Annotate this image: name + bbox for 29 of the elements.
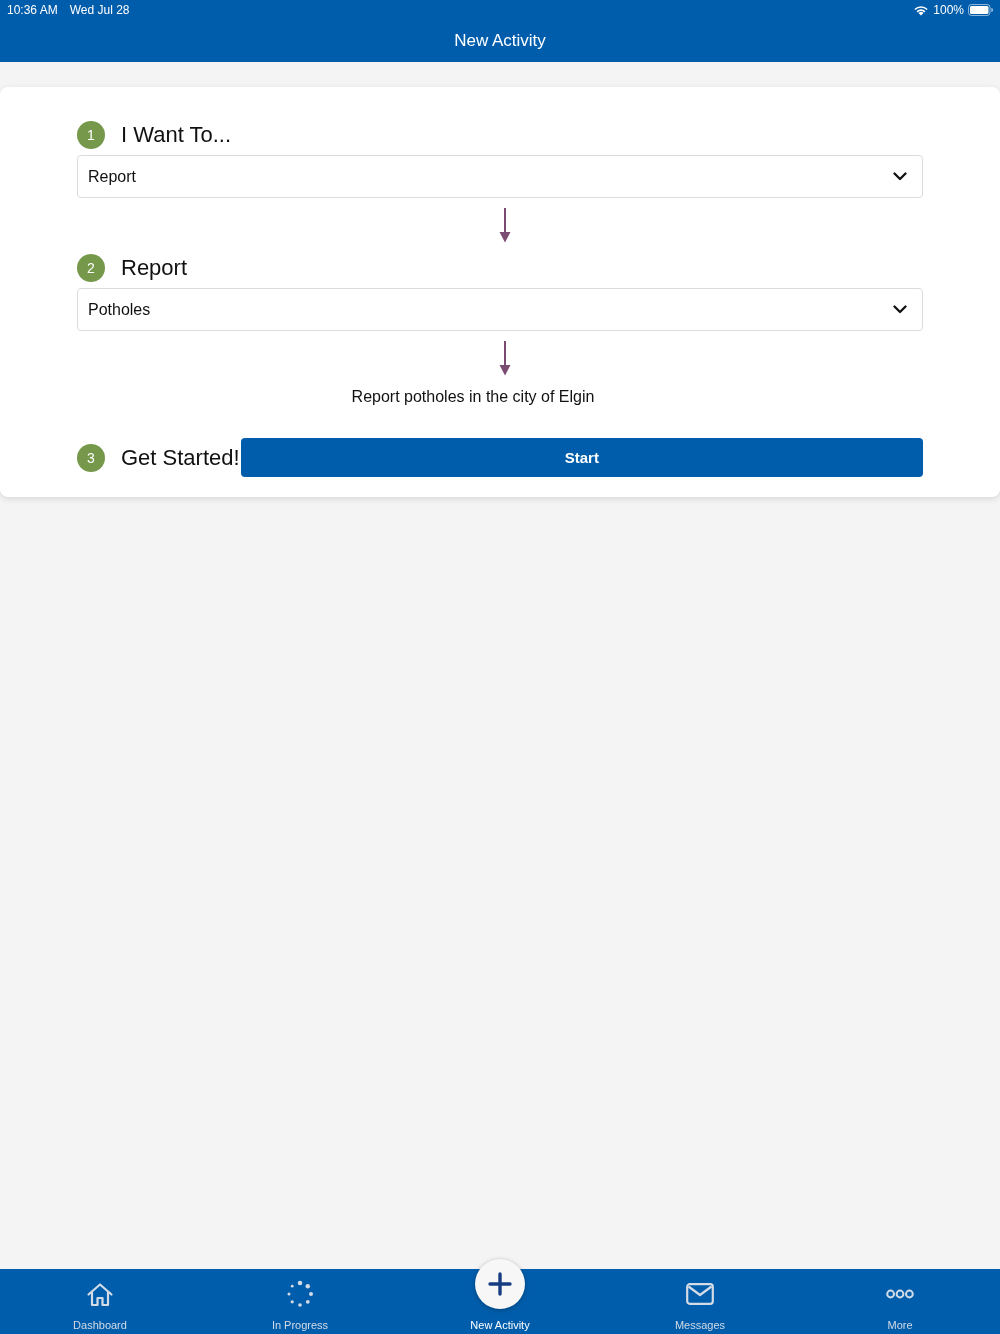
dropdown[interactable]: Report — [77, 155, 923, 198]
tab-bar-item[interactable]: More — [800, 1269, 1000, 1334]
wifi-icon — [913, 4, 930, 16]
three-dots-icon — [886, 1289, 914, 1299]
status-date: Wed Jul 28 — [69, 3, 130, 17]
envelope-icon — [686, 1283, 714, 1305]
step-title: Get Started! — [121, 444, 240, 471]
chevron-down-icon — [893, 305, 907, 314]
screen-title: New Activity — [454, 31, 546, 51]
dotted-circle-icon — [286, 1280, 314, 1308]
step-number-badge: 2 — [77, 254, 105, 282]
tab-bar-item[interactable]: In Progress — [200, 1269, 400, 1334]
house-icon — [86, 1281, 114, 1307]
step-title: I Want To... — [121, 122, 232, 148]
tab-bar-item[interactable]: Messages — [600, 1269, 800, 1334]
step-number-badge: 3 — [77, 443, 105, 472]
step-title: Report — [121, 255, 188, 281]
battery-percent: 100% — [933, 3, 964, 17]
status-time: 10:36 AM — [7, 3, 58, 17]
battery-icon — [968, 4, 993, 16]
chevron-down-icon — [893, 172, 907, 181]
tab-bar-item[interactable]: New Activity — [400, 1259, 600, 1334]
start-button[interactable]: Start — [240, 438, 923, 477]
tab-bar-item[interactable]: Dashboard — [0, 1269, 200, 1334]
description-text: Report potholes in the city of Elgin — [350, 387, 596, 407]
dropdown[interactable]: Potholes — [77, 288, 923, 331]
down-arrow-icon — [499, 208, 511, 243]
down-arrow-icon — [499, 341, 511, 376]
step-number-badge: 1 — [77, 121, 105, 149]
